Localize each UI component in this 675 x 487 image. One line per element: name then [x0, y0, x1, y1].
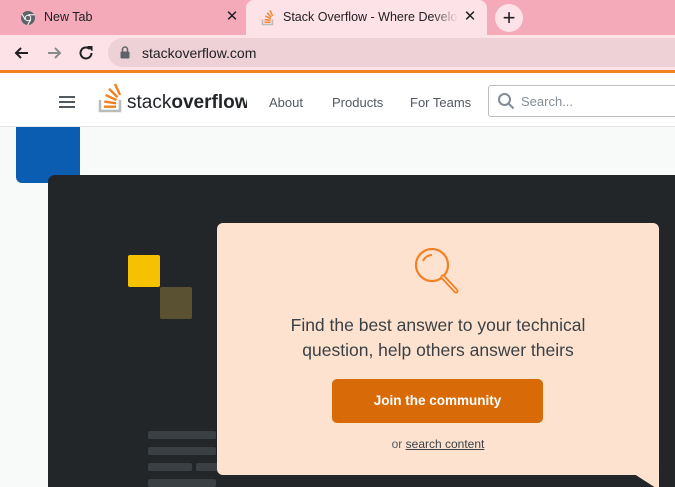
search-input[interactable]: Search...: [488, 85, 675, 117]
tab-title: New Tab: [44, 10, 93, 24]
reload-icon[interactable]: [76, 43, 96, 63]
svg-text:stackoverflow: stackoverflow: [127, 92, 247, 113]
back-arrow-icon[interactable]: [12, 43, 32, 63]
olive-square-decoration: [160, 287, 192, 319]
close-tab-icon[interactable]: ✕: [224, 9, 240, 25]
logo-text-overflow: overflow: [171, 92, 247, 113]
nav-products[interactable]: Products: [332, 95, 383, 110]
hamburger-menu-icon[interactable]: [59, 96, 75, 108]
lock-icon[interactable]: [120, 46, 130, 59]
placeholder-line: [148, 431, 216, 439]
yellow-square-decoration: [128, 255, 160, 287]
alternate-action: or search content: [217, 437, 659, 451]
magnifier-icon: [414, 247, 459, 294]
close-tab-icon[interactable]: ✕: [462, 9, 478, 25]
or-prefix: or: [391, 437, 406, 451]
browser-toolbar: stackoverflow.com: [0, 35, 675, 70]
join-community-button[interactable]: Join the community: [332, 379, 543, 423]
placeholder-line: [148, 447, 216, 455]
logo-text-stack: stack: [127, 92, 172, 113]
placeholder-line: [196, 463, 218, 471]
placeholder-line: [148, 463, 192, 471]
search-content-link[interactable]: search content: [406, 437, 485, 451]
url-text: stackoverflow.com: [142, 45, 257, 61]
hero-text-line-1: Find the best answer to your technical: [290, 315, 586, 335]
new-tab-button[interactable]: +: [495, 4, 523, 32]
tab-title: Stack Overflow - Where Developers Learn,…: [283, 10, 458, 24]
search-icon: [498, 93, 515, 110]
site-header: stackoverflow About Products For Teams S…: [0, 70, 675, 127]
hero-card-tail: [628, 470, 659, 487]
stackoverflow-logo[interactable]: stackoverflow: [97, 83, 250, 120]
tab-new-tab[interactable]: New Tab ✕: [0, 0, 246, 35]
address-bar[interactable]: stackoverflow.com: [108, 38, 675, 67]
placeholder-line: [148, 479, 216, 487]
stackoverflow-logo-icon: stackoverflow: [98, 83, 250, 113]
tab-stack-overflow[interactable]: Stack Overflow - Where Developers Learn,…: [246, 0, 487, 35]
nav-about[interactable]: About: [269, 95, 303, 110]
nav-for-teams[interactable]: For Teams: [410, 95, 471, 110]
chrome-icon: [21, 11, 35, 26]
search-placeholder: Search...: [521, 94, 574, 109]
forward-arrow-icon[interactable]: [44, 43, 64, 63]
tab-strip: New Tab ✕ Stack Overflow - Where Develop…: [0, 0, 675, 35]
hero-text-line-2: question, help others answer theirs: [302, 340, 574, 360]
hero-description: Find the best answer to your technical q…: [217, 313, 659, 363]
stackoverflow-icon: [261, 10, 274, 26]
